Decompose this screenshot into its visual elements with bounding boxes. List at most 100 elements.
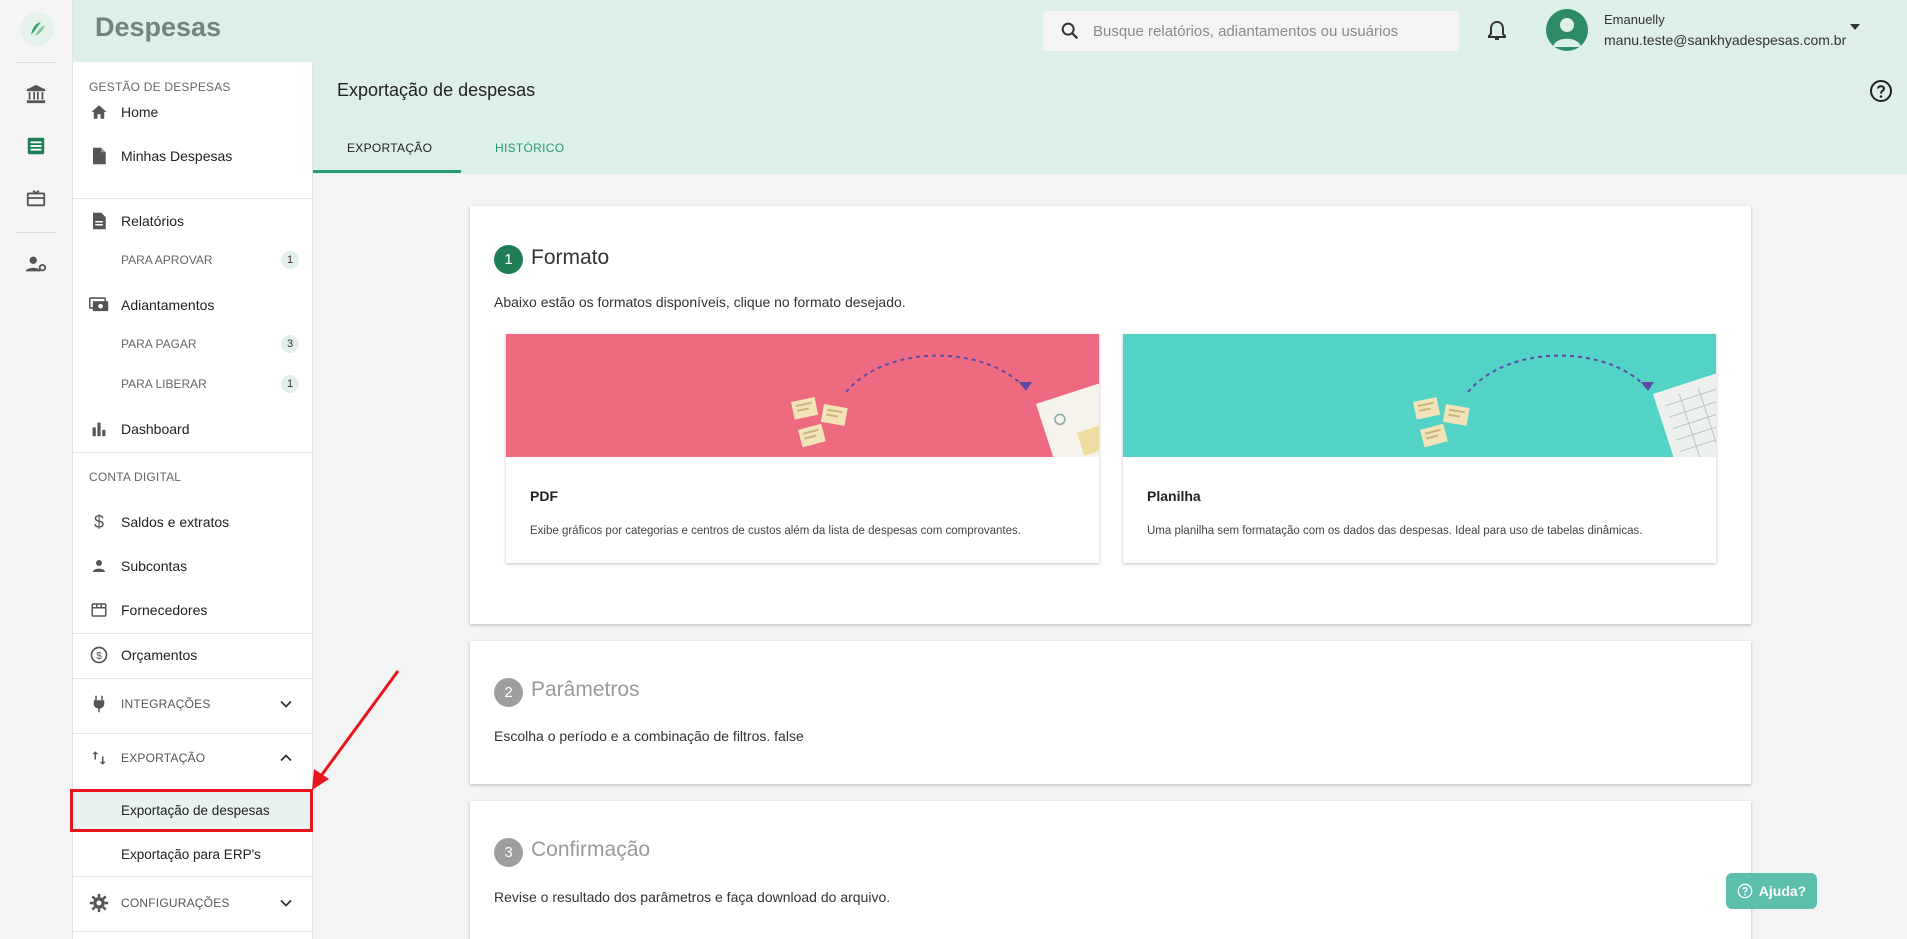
tab-historico[interactable]: HISTÓRICO	[495, 141, 564, 155]
step-parametros-card: 2 Parâmetros Escolha o período e a combi…	[470, 641, 1751, 784]
format-title: Planilha	[1147, 488, 1201, 504]
step-title: Confirmação	[531, 838, 651, 861]
sidebar-divider	[73, 733, 312, 734]
sidebar-item-label: Dashboard	[121, 421, 190, 437]
content-header: Exportação de despesas EXPORTAÇÃO HISTÓR…	[313, 62, 1907, 174]
count-badge: 1	[281, 251, 299, 269]
sidebar-item-para-aprovar[interactable]: PARA APROVAR 1	[73, 243, 312, 277]
sidebar-item-relatorios[interactable]: Relatórios	[73, 201, 312, 241]
sidebar-item-integracoes[interactable]: INTEGRAÇÕES	[73, 684, 312, 724]
sidebar-item-exportacao-erp[interactable]: Exportação para ERP's	[73, 834, 312, 874]
top-bar: Despesas Emanuelly manu.teste@sankhyades…	[73, 0, 1907, 62]
format-title: PDF	[530, 488, 558, 504]
bell-icon[interactable]	[1485, 18, 1509, 44]
icon-rail	[0, 0, 73, 939]
dollar-icon: $	[93, 511, 104, 532]
sidebar-divider	[73, 452, 312, 453]
step-title: Parâmetros	[531, 678, 640, 701]
receipt-icon[interactable]	[24, 134, 48, 158]
step-formato-card: 1 Formato Abaixo estão os formatos dispo…	[470, 206, 1751, 624]
svg-text:$: $	[96, 651, 102, 662]
logo-icon[interactable]	[20, 12, 54, 46]
sidebar-item-label: PARA PAGAR	[121, 337, 197, 351]
avatar[interactable]	[1546, 9, 1588, 51]
sidebar-divider	[73, 633, 312, 634]
rail-divider	[16, 62, 56, 63]
sidebar-item-adiantamentos[interactable]: Adiantamentos	[73, 285, 312, 325]
bank-icon[interactable]	[24, 82, 48, 106]
chevron-down-icon[interactable]	[279, 697, 293, 711]
sidebar-item-label: Orçamentos	[121, 647, 198, 663]
chevron-up-icon[interactable]	[279, 751, 293, 765]
sidebar-item-label: Subcontas	[121, 558, 188, 574]
sidebar-item-label: Exportação para ERP's	[121, 846, 261, 862]
help-icon[interactable]	[1869, 79, 1893, 103]
sidebar-item-subcontas[interactable]: Subcontas	[73, 546, 312, 586]
user-email: manu.teste@sankhyadespesas.com.br	[1604, 32, 1847, 48]
pdf-banner-illustration	[506, 334, 1099, 457]
sidebar-item-label: Relatórios	[121, 213, 185, 229]
step-number: 1	[494, 245, 523, 274]
step-description: Escolha o período e a combinação de filt…	[494, 728, 804, 744]
sidebar-item-para-pagar[interactable]: PARA PAGAR 3	[73, 327, 312, 361]
search-input[interactable]	[1093, 22, 1453, 40]
sidebar-item-label: INTEGRAÇÕES	[121, 697, 211, 711]
sidebar-item-label: Fornecedores	[121, 602, 208, 618]
sidebar-item-dashboard[interactable]: Dashboard	[73, 409, 312, 449]
format-card-pdf[interactable]: PDF Exibe gráficos por categorias e cent…	[506, 334, 1099, 563]
sidebar-item-minhas-despesas[interactable]: Minhas Despesas	[73, 136, 312, 176]
document-icon	[89, 146, 109, 166]
search-box[interactable]	[1043, 11, 1459, 51]
sidebar-divider	[73, 876, 312, 877]
format-description: Uma planilha sem formatação com os dados…	[1147, 525, 1643, 537]
step-number: 3	[494, 838, 523, 867]
section-title-conta: CONTA DIGITAL	[89, 470, 182, 484]
sidebar-divider	[73, 198, 312, 199]
import-export-icon	[89, 748, 109, 768]
user-name: Emanuelly	[1604, 12, 1665, 27]
money-icon	[89, 295, 109, 315]
rail-divider	[16, 232, 56, 233]
sidebar-item-label: EXPORTAÇÃO	[121, 751, 206, 765]
step-confirmacao-card: 3 Confirmação Revise o resultado dos par…	[470, 801, 1751, 939]
sidebar-item-label: CONFIGURAÇÕES	[121, 896, 230, 910]
chevron-down-icon[interactable]	[1850, 24, 1860, 30]
sidebar-item-label: Home	[121, 104, 159, 120]
sidebar-divider	[73, 931, 312, 932]
home-icon	[89, 102, 109, 122]
annotation-arrow	[312, 670, 400, 790]
bar-chart-icon	[89, 419, 109, 439]
user-settings-icon[interactable]	[24, 252, 48, 276]
active-tab-indicator	[313, 170, 461, 173]
sidebar-divider	[73, 678, 312, 679]
step-number: 2	[494, 678, 523, 707]
sidebar-item-saldos[interactable]: $ Saldos e extratos	[73, 502, 312, 542]
plug-icon	[89, 694, 109, 714]
help-button-label: Ajuda?	[1758, 883, 1807, 899]
sidebar-item-label: PARA LIBERAR	[121, 377, 207, 391]
sidebar-item-label: Adiantamentos	[121, 297, 215, 313]
format-card-planilha[interactable]: Planilha Uma planilha sem formatação com…	[1123, 334, 1716, 563]
help-button[interactable]: Ajuda?	[1726, 873, 1817, 909]
gear-icon	[89, 893, 109, 913]
tab-exportacao[interactable]: EXPORTAÇÃO	[347, 141, 432, 155]
step-title: Formato	[531, 246, 610, 269]
gift-card-icon[interactable]	[24, 186, 48, 210]
sidebar-item-para-liberar[interactable]: PARA LIBERAR 1	[73, 367, 312, 401]
sidebar-item-exportacao[interactable]: EXPORTAÇÃO	[73, 738, 312, 778]
sidebar-item-home[interactable]: Home	[73, 92, 312, 132]
sidebar-item-label: Minhas Despesas	[121, 148, 233, 164]
sidebar-item-label: Saldos e extratos	[121, 514, 230, 530]
sidebar-item-configuracoes[interactable]: CONFIGURAÇÕES	[73, 883, 312, 923]
sidebar-item-label: PARA APROVAR	[121, 253, 213, 267]
sidebar-item-orcamentos[interactable]: $ Orçamentos	[73, 635, 312, 675]
report-icon	[89, 211, 109, 231]
person-icon	[89, 556, 109, 576]
format-description: Exibe gráficos por categorias e centros …	[530, 525, 1021, 537]
sidebar-item-fornecedores[interactable]: Fornecedores	[73, 590, 312, 630]
question-icon	[1737, 883, 1753, 899]
step-description: Revise o resultado dos parâmetros e faça…	[494, 889, 891, 905]
budget-icon: $	[89, 645, 109, 665]
chevron-down-icon[interactable]	[279, 896, 293, 910]
search-icon	[1061, 22, 1079, 40]
